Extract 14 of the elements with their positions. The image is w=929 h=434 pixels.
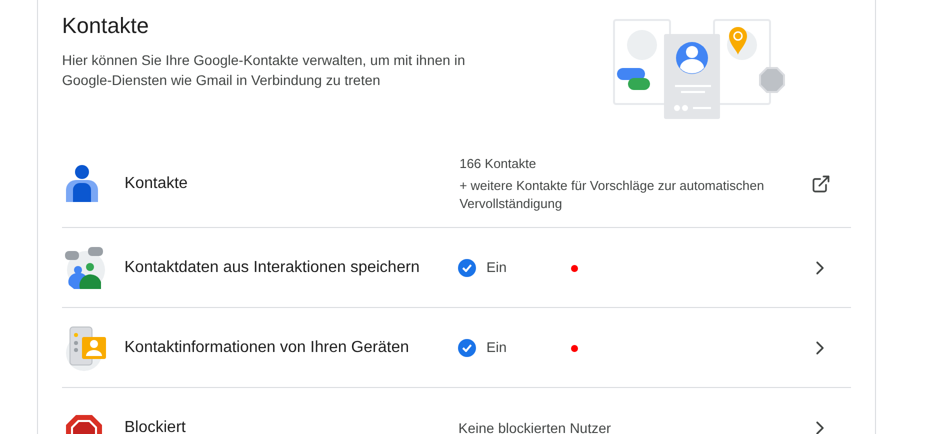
person-icon [64,164,100,204]
status-text: Ein [486,258,507,277]
page-description: Hier können Sie Ihre Google-Kontakte verwalten, um mit ihnen in Google-Diensten wie Gmail in Verbindung zu treten [62,51,466,90]
open-external-icon[interactable] [811,174,831,194]
status-text: Keine blockierten Nutzer [458,418,611,434]
status-text: + weitere Kontakte für Vorschläge zur automatischen Vervollständigung [459,176,766,212]
page-title: Kontakte [62,12,150,40]
row-label: Blockiert [124,418,187,434]
row-label: Kontaktinformationen von Ihren Geräten [124,338,410,358]
row-label: Kontaktdaten aus Interaktionen speichern [124,258,421,278]
status-text: Ein [486,338,507,357]
people-chat-icon [64,246,108,290]
status-text: 166 Kontakte [459,154,538,172]
row-label: Kontakte [124,174,189,194]
